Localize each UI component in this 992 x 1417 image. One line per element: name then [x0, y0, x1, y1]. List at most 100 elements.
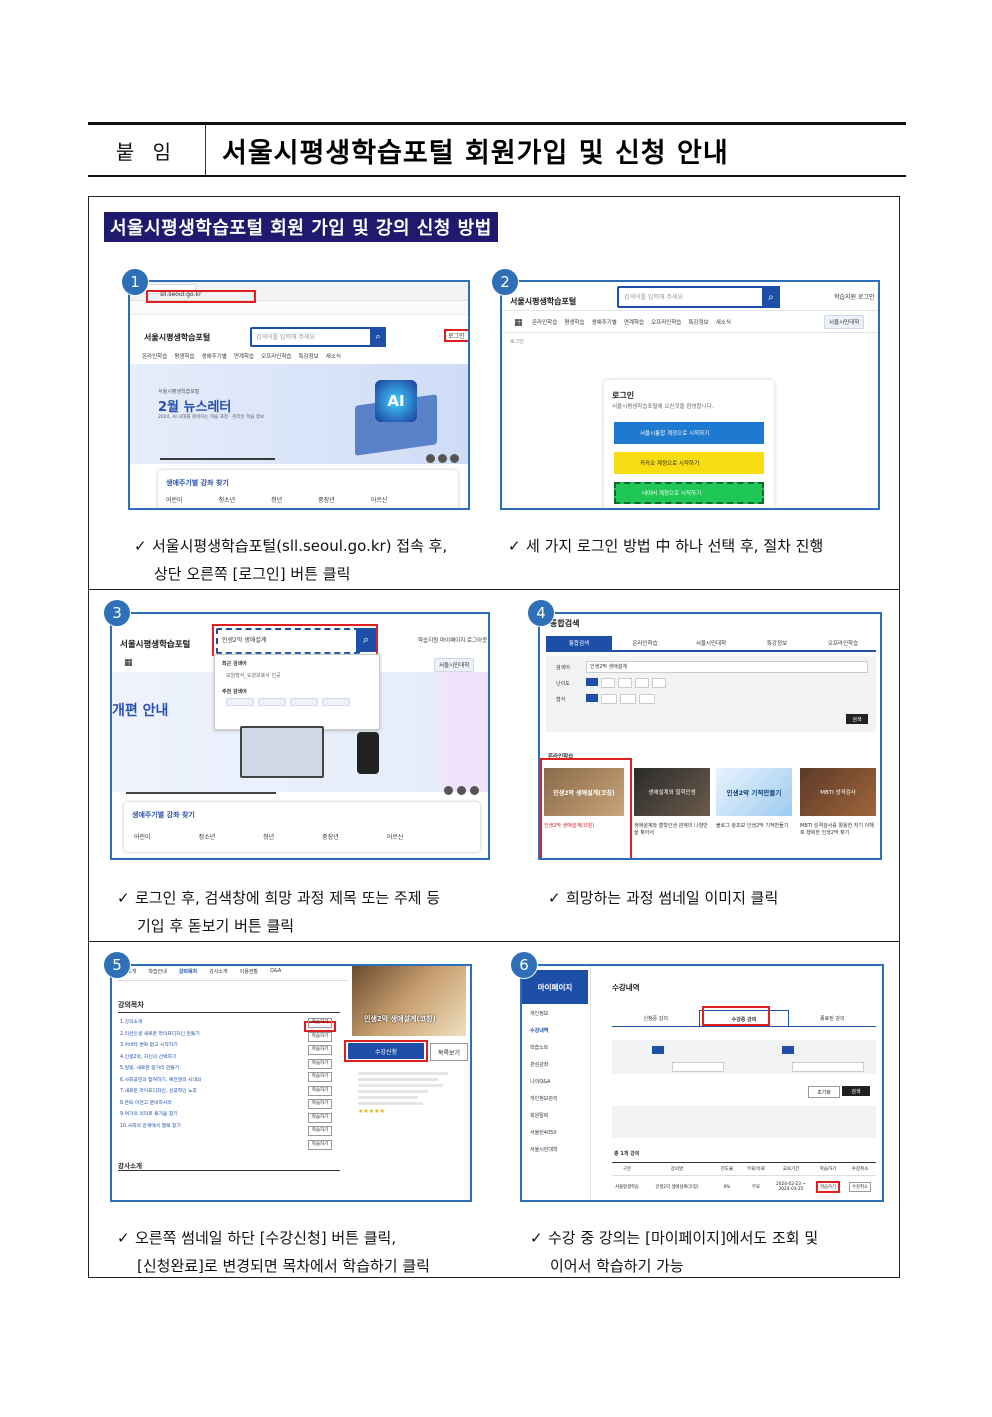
nav-item[interactable]: 생애주기별	[592, 318, 617, 326]
finder-item[interactable]: 어르신	[387, 832, 404, 841]
search-icon[interactable]: ⌕	[370, 327, 386, 347]
sidebar-item[interactable]: 나의Q&A	[530, 1078, 558, 1085]
nav-item[interactable]: 특강정보	[689, 318, 709, 326]
learn-button[interactable]: 학습하기	[308, 1072, 332, 1082]
learn-button[interactable]: 학습하기	[308, 1085, 332, 1096]
menu-grid-icon[interactable]: ▦	[514, 318, 523, 328]
lesson-item[interactable]: 9.여가의 의미로 즐거움 찾기	[120, 1110, 201, 1118]
tab-qna[interactable]: Q&A	[270, 968, 281, 980]
course-title[interactable]: 인생2막 생애설계(코칭)	[544, 822, 624, 829]
next-icon[interactable]	[450, 454, 459, 463]
course-title[interactable]: 블로그 왕초보 인생2막 기적만들기	[716, 822, 792, 829]
nav-item[interactable]: 오프라인학습	[261, 352, 291, 360]
finder-item[interactable]: 청소년	[199, 832, 216, 841]
tab-integrated[interactable]: 통합검색	[546, 636, 612, 650]
recent-item[interactable]: 모임방식_요양보호사 인공	[226, 672, 281, 679]
nav-item[interactable]: 연계학습	[624, 318, 644, 326]
course-thumbnail[interactable]: 생애설계와 철학인생	[634, 768, 710, 816]
nav-item[interactable]: 온라인학습	[532, 318, 557, 326]
course-title[interactable]: MBTI 성격검사를 활용한 자기 이해로 행복한 인생2막 찾기	[800, 822, 876, 836]
sidebar-item[interactable]: 개인정보	[530, 1010, 558, 1017]
naver-login-button[interactable]: 네이버 계정으로 시작하기	[614, 482, 764, 504]
nav-item[interactable]: 생애주기별	[202, 352, 227, 360]
search-input[interactable]: 인생2막 생애설계	[222, 635, 266, 644]
lesson-item[interactable]: 3.아바타 변화 없고 시작하기	[120, 1041, 201, 1049]
finder-item[interactable]: 어린이	[134, 832, 151, 841]
pause-icon[interactable]	[457, 786, 466, 795]
tab-online[interactable]: 온라인학습	[612, 636, 678, 650]
kakao-login-button[interactable]: 카카오 계정으로 시작하기	[614, 452, 764, 474]
tab-univ[interactable]: 서울시민대학	[678, 636, 744, 650]
pause-icon[interactable]	[438, 454, 447, 463]
course-thumbnail[interactable]: 인생2막 생애설계(코칭)	[544, 768, 624, 816]
tab-instructor[interactable]: 강사소개	[209, 968, 227, 980]
lesson-item[interactable]: 1.강의소개	[120, 1018, 201, 1026]
sidebar-item[interactable]: 회원탈퇴	[530, 1112, 558, 1119]
site-logo[interactable]: 서울시평생학습포털	[120, 638, 190, 650]
lesson-item[interactable]: 5.일빛, 새로운 일거리 만들기	[120, 1064, 201, 1072]
nav-item[interactable]: 연계학습	[234, 352, 254, 360]
sidebar-item[interactable]: 서울런4050	[530, 1129, 558, 1136]
course-thumbnail[interactable]: MBTI 성격검사	[800, 768, 876, 816]
nav-item[interactable]: 평생학습	[564, 318, 584, 326]
site-logo[interactable]: 서울시평생학습포털	[144, 332, 210, 343]
nav-item[interactable]: 평생학습	[174, 352, 194, 360]
learn-button[interactable]: 학습하기	[308, 1031, 332, 1042]
tab-guide[interactable]: 학습안내	[148, 968, 166, 980]
tab-usage[interactable]: 이용현황	[240, 968, 258, 980]
finder-item[interactable]: 중장년	[322, 832, 339, 841]
sidebar-item[interactable]: 서울시민대학	[530, 1146, 558, 1153]
cancel-button[interactable]: 수강취소	[849, 1182, 871, 1192]
learn-button[interactable]: 학습하기	[308, 1099, 332, 1109]
finder-item[interactable]: 청년	[271, 495, 282, 504]
search-input[interactable]: 검색어를 입력해 주세요	[624, 292, 683, 301]
sidebar-item[interactable]: 학습노트	[530, 1044, 558, 1051]
search-icon[interactable]: ⌕	[762, 286, 780, 308]
finder-item[interactable]: 청소년	[219, 495, 236, 504]
site-logo[interactable]: 서울시평생학습포털	[510, 296, 576, 307]
search-input[interactable]: 검색어를 입력해 주세요	[256, 332, 315, 341]
learn-button[interactable]: 학습하기	[308, 1126, 332, 1136]
course-thumbnail[interactable]: 인생2막 기적만들기	[716, 768, 792, 816]
tab-lecture[interactable]: 특강정보	[744, 636, 810, 650]
sidebar-item[interactable]: 관심강좌	[530, 1061, 558, 1068]
seoul-login-button[interactable]: 서울시통합 계정으로 시작하기	[614, 422, 764, 444]
login-link[interactable]: 로그인	[448, 331, 465, 340]
learn-button[interactable]: 학습하기	[308, 1018, 332, 1028]
nav-item[interactable]: 새소식	[326, 352, 341, 360]
lesson-item[interactable]: 6.사회공헌의 참여하기, 예전엔의 시대의	[120, 1076, 201, 1084]
menu-grid-icon[interactable]: ▦	[124, 658, 133, 668]
finder-item[interactable]: 청년	[263, 832, 274, 841]
tab-toc[interactable]: 강의목차	[179, 968, 197, 980]
top-links[interactable]: 학습지원 로그인	[834, 292, 875, 301]
list-button[interactable]: 목록보기	[430, 1043, 468, 1061]
citizen-univ-badge[interactable]: 서울시민대학	[824, 315, 865, 329]
course-title[interactable]: 생애설계와 철학인생 관계의 나침반을 찾아서	[634, 822, 710, 836]
tab-offline[interactable]: 오프라인학습	[810, 636, 876, 650]
nav-item[interactable]: 오프라인학습	[651, 318, 681, 326]
sidebar-item[interactable]: 개인정보관리	[530, 1095, 558, 1102]
nav-item[interactable]: 온라인학습	[142, 352, 167, 360]
lesson-item[interactable]: 7.새로운 라이프디자인, 성공적인 노후	[120, 1087, 201, 1095]
top-links[interactable]: 학습지원 마이페이지 로그아웃	[418, 636, 487, 644]
reset-button[interactable]: 초기화	[808, 1086, 840, 1098]
tab-ended[interactable]: 종료된 강의	[789, 1010, 876, 1026]
keyword-input[interactable]: 인생2막 생애설계	[590, 663, 627, 670]
finder-item[interactable]: 어린이	[166, 495, 183, 504]
learn-button[interactable]: 학습하기	[308, 1058, 332, 1069]
learn-button[interactable]: 학습하기	[308, 1112, 332, 1123]
lesson-item[interactable]: 4.인생2막, 자신의 선택하기	[120, 1053, 201, 1061]
sidebar-item[interactable]: 수강내역	[530, 1027, 558, 1034]
tab-applying[interactable]: 신청중 강의	[612, 1010, 699, 1026]
learn-button[interactable]: 학습하기	[308, 1139, 332, 1150]
finder-item[interactable]: 중장년	[318, 495, 335, 504]
search-button[interactable]: 검색	[846, 714, 868, 724]
search-button[interactable]: 검색	[842, 1086, 870, 1096]
prev-icon[interactable]	[444, 786, 453, 795]
search-icon[interactable]: ⌕	[356, 628, 376, 652]
lesson-item[interactable]: 10.사회의 관계에서 행복 찾기	[120, 1122, 201, 1130]
citizen-univ-badge[interactable]: 서울시민대학	[434, 658, 475, 672]
nav-item[interactable]: 새소식	[716, 318, 731, 326]
lesson-item[interactable]: 2.미션인생 새로운 라이프디자인 만들기	[120, 1030, 201, 1038]
learn-button[interactable]: 학습하기	[816, 1181, 840, 1193]
